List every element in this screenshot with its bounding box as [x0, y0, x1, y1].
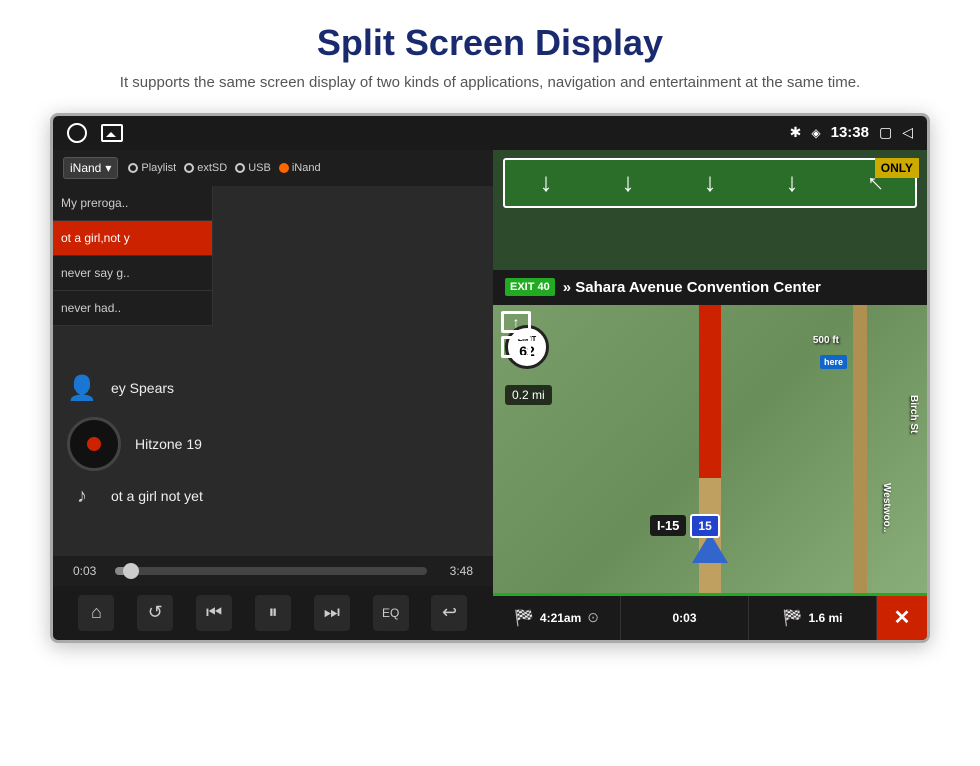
device-frame: ✱ ◈ 13:38 ▢ ◁ iNand ▾ Playlist: [50, 113, 930, 643]
nav-close-button[interactable]: ✕: [877, 596, 927, 640]
playlist-radio-dot: [128, 163, 138, 173]
back-button[interactable]: ↩: [431, 595, 467, 631]
arrow-down-icon: ↓: [622, 167, 635, 198]
music-panel: iNand ▾ Playlist extSD USB iNand: [53, 150, 493, 640]
controls-bar: ⌂ ↺ ⏮ ⏸ ⏭ EQ ↩: [53, 586, 493, 640]
exit-badge: EXIT 40: [505, 278, 555, 296]
list-item[interactable]: My preroga..: [53, 186, 212, 221]
page-subtitle: It supports the same screen display of t…: [0, 72, 980, 113]
nav-bottom-bar: 🏁 4:21am ⊙ 0:03 🏁 1.6 mi ✕: [493, 596, 927, 640]
remaining-value: 1.6 mi: [808, 611, 842, 625]
status-right: ✱ ◈ 13:38 ▢ ◁: [790, 124, 913, 141]
back-icon: ◁: [902, 124, 913, 141]
distance-junction-label: 500 ft: [813, 335, 839, 346]
artist-name: ey Spears: [111, 380, 174, 396]
album-disc-icon: [67, 417, 121, 471]
extsd-radio[interactable]: extSD: [184, 162, 227, 174]
image-icon: [101, 124, 123, 142]
list-item[interactable]: never had..: [53, 291, 212, 326]
exit-banner: EXIT 40 » Sahara Avenue Convention Cente…: [493, 270, 927, 306]
exit-text: » Sahara Avenue Convention Center: [563, 278, 821, 298]
inand-radio[interactable]: iNand: [279, 162, 321, 174]
i15-label: I-15: [650, 515, 686, 536]
window-icon: ▢: [879, 124, 892, 141]
track-info: 👤 ey Spears Hitzone 19 ♪ ot a girl not y…: [53, 326, 493, 556]
playlist-list: My preroga.. ot a girl,not y never say g…: [53, 186, 213, 326]
turn-right-icon: ↗: [501, 336, 531, 358]
checkered-flag-icon: 🏁: [514, 608, 534, 628]
nav-panel: ↓ ↓ ↓ ↓ ↑ ONLY EXIT 40 » Sahara Avenue C…: [493, 150, 927, 640]
birch-road-label: Birch St: [908, 395, 919, 433]
road-highlight: [699, 305, 721, 478]
elapsed-stat: 0:03: [621, 596, 749, 640]
elapsed-value: 0:03: [672, 611, 696, 625]
screen-content: iNand ▾ Playlist extSD USB iNand: [53, 150, 927, 640]
status-time: 13:38: [831, 124, 869, 141]
highway-sign: ↓ ↓ ↓ ↓ ↑: [503, 158, 917, 208]
prev-button[interactable]: ⏮: [196, 595, 232, 631]
clock-icon: ⊙: [587, 609, 599, 626]
chevron-down-icon: ▾: [105, 161, 111, 175]
list-item[interactable]: ot a girl,not y: [53, 221, 212, 256]
eta-value: 4:21am: [540, 611, 581, 625]
repeat-button[interactable]: ↺: [137, 595, 173, 631]
source-dropdown[interactable]: iNand ▾: [63, 157, 118, 179]
status-left: [67, 123, 123, 143]
time-total: 3:48: [437, 564, 473, 578]
source-label: iNand: [70, 161, 101, 175]
eq-button[interactable]: EQ: [373, 595, 409, 631]
time-current: 0:03: [73, 564, 105, 578]
source-options: Playlist extSD USB iNand: [128, 162, 320, 174]
album-name: Hitzone 19: [135, 436, 202, 452]
status-circle-icon: [67, 123, 87, 143]
list-item[interactable]: never say g..: [53, 256, 212, 291]
home-button[interactable]: ⌂: [78, 595, 114, 631]
progress-area: 0:03 3:48: [53, 556, 493, 586]
only-sign: ONLY: [875, 158, 919, 178]
playlist-area: My preroga.. ot a girl,not y never say g…: [53, 186, 493, 556]
map-area: LIMIT 62 0.2 mi here 500 ft ↑: [493, 305, 927, 593]
arrow-down-icon: ↓: [540, 167, 553, 198]
person-icon: 👤: [67, 374, 97, 403]
here-logo: here: [820, 355, 847, 369]
turn-icons: ↑ ↗: [501, 311, 539, 359]
next-button[interactable]: ⏭: [314, 595, 350, 631]
pause-button[interactable]: ⏸: [255, 595, 291, 631]
arrow-down-icon: ↓: [786, 167, 799, 198]
checkered-flag2-icon: 🏁: [783, 608, 803, 628]
usb-radio-dot: [235, 163, 245, 173]
eta-stat: 🏁 4:21am ⊙: [493, 596, 621, 640]
distance-box: 0.2 mi: [505, 385, 552, 405]
playlist-radio[interactable]: Playlist: [128, 162, 176, 174]
road-side: [853, 305, 867, 593]
progress-thumb[interactable]: [123, 563, 139, 579]
album-row: Hitzone 19: [67, 417, 479, 471]
artist-row: 👤 ey Spears: [67, 374, 479, 403]
arrow-down-icon: ↓: [704, 167, 717, 198]
remaining-stat: 🏁 1.6 mi: [749, 596, 877, 640]
highway-signs: ↓ ↓ ↓ ↓ ↑ ONLY: [493, 150, 927, 270]
turn-icon-area: ↑ ↗: [501, 311, 539, 359]
distance-remain: 0.2 mi: [512, 388, 545, 402]
extsd-radio-dot: [184, 163, 194, 173]
page-title: Split Screen Display: [0, 0, 980, 72]
music-note-icon: ♪: [67, 485, 97, 508]
song-row: ♪ ot a girl not yet: [67, 485, 479, 508]
location-icon: ◈: [811, 126, 820, 140]
highway-i15-sign: I-15 15: [650, 514, 720, 538]
inand-radio-dot: [279, 163, 289, 173]
bluetooth-icon: ✱: [790, 124, 802, 141]
turn-straight-icon: ↑: [501, 311, 531, 333]
i15-shield: 15: [690, 514, 719, 538]
status-bar: ✱ ◈ 13:38 ▢ ◁: [53, 116, 927, 150]
usb-radio[interactable]: USB: [235, 162, 271, 174]
song-name: ot a girl not yet: [111, 488, 203, 504]
westwood-road-label: Westwoo..: [881, 483, 892, 532]
source-bar: iNand ▾ Playlist extSD USB iNand: [53, 150, 493, 186]
progress-track[interactable]: [115, 567, 427, 575]
